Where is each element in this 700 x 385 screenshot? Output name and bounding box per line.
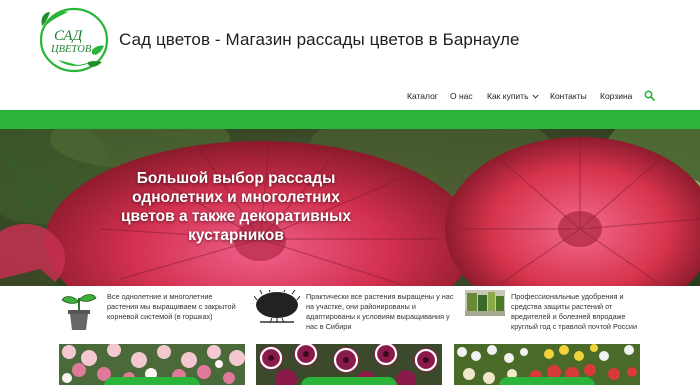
nav-item-contacts[interactable]: Контакты [550, 91, 587, 101]
site-logo[interactable]: САД ЦВЕТОВ [38, 6, 110, 74]
feature-line: Практически все растения выращены у нас [306, 292, 454, 301]
feature-text: Все однолетние и многолетние растения мы… [107, 292, 262, 322]
feature-text: Практически все растения выращены у нас … [306, 292, 466, 332]
hero-line-3: цветов а также декоративных [120, 208, 351, 225]
hero-line-2: однолетних и многолетних [132, 189, 340, 206]
feature-text: Профессиональные удобрения и средства за… [511, 292, 656, 332]
site-title[interactable]: Сад цветов - Магазин рассады цветов в Ба… [119, 30, 520, 50]
hero-line-4: кустарников [188, 227, 284, 244]
svg-text:САД: САД [54, 28, 84, 44]
hero-line-1: Большой выбор рассады [136, 170, 336, 187]
product-button[interactable] [301, 377, 397, 385]
feature-local-plants: Практически все растения выращены у нас … [254, 290, 464, 340]
nav-item-cart[interactable]: Корзина [600, 91, 632, 101]
seedling-pot-icon [61, 294, 97, 330]
chevron-down-icon [531, 94, 539, 99]
feature-line: на участке, они районированы и [306, 302, 416, 311]
feature-line: вредителей и болезней впродаже [511, 312, 626, 321]
features-row: Все однолетние и многолетние растения мы… [0, 286, 700, 344]
product-card[interactable] [59, 344, 245, 385]
feature-line: растения мы выращиваем с закрытой [107, 302, 236, 311]
feature-line: круглый год с травлой почтой России [511, 322, 638, 331]
feature-line: средства защиты растений от [511, 302, 613, 311]
nav-item-catalog[interactable]: Каталог [407, 91, 438, 101]
product-grid [0, 344, 700, 385]
feature-closed-roots: Все однолетние и многолетние растения мы… [60, 290, 260, 340]
site-header: САД ЦВЕТОВ Сад цветов - Магазин рассады … [0, 0, 700, 110]
main-nav: Каталог О нас Как купить Контакты Корзин… [0, 90, 700, 105]
feature-line: корневой системой (в горшках) [107, 312, 213, 321]
feature-fertilizers: Профессиональные удобрения и средства за… [465, 290, 655, 340]
svg-text:ЦВЕТОВ: ЦВЕТОВ [50, 44, 92, 55]
fertilizer-photo-icon [465, 290, 505, 316]
feature-line: нас в Сибири [306, 322, 352, 331]
product-card[interactable] [256, 344, 442, 385]
nav-item-how-to-buy-label: Как купить [487, 91, 529, 101]
accent-bar [0, 110, 700, 129]
feature-line: Все однолетние и многолетние [107, 292, 213, 301]
product-button[interactable] [499, 377, 595, 385]
hero-heading: Большой выбор рассады однолетних и много… [104, 169, 368, 245]
nav-item-about[interactable]: О нас [450, 91, 473, 101]
product-button[interactable] [104, 377, 200, 385]
feature-line: адаптированы к условиям выращивания у [306, 312, 450, 321]
hero-banner: Большой выбор рассады однолетних и много… [0, 129, 700, 286]
product-card[interactable] [454, 344, 640, 385]
search-icon[interactable] [644, 90, 655, 101]
shrub-icon [254, 290, 300, 324]
nav-item-how-to-buy[interactable]: Как купить [487, 91, 539, 101]
feature-line: Профессиональные удобрения и [511, 292, 624, 301]
